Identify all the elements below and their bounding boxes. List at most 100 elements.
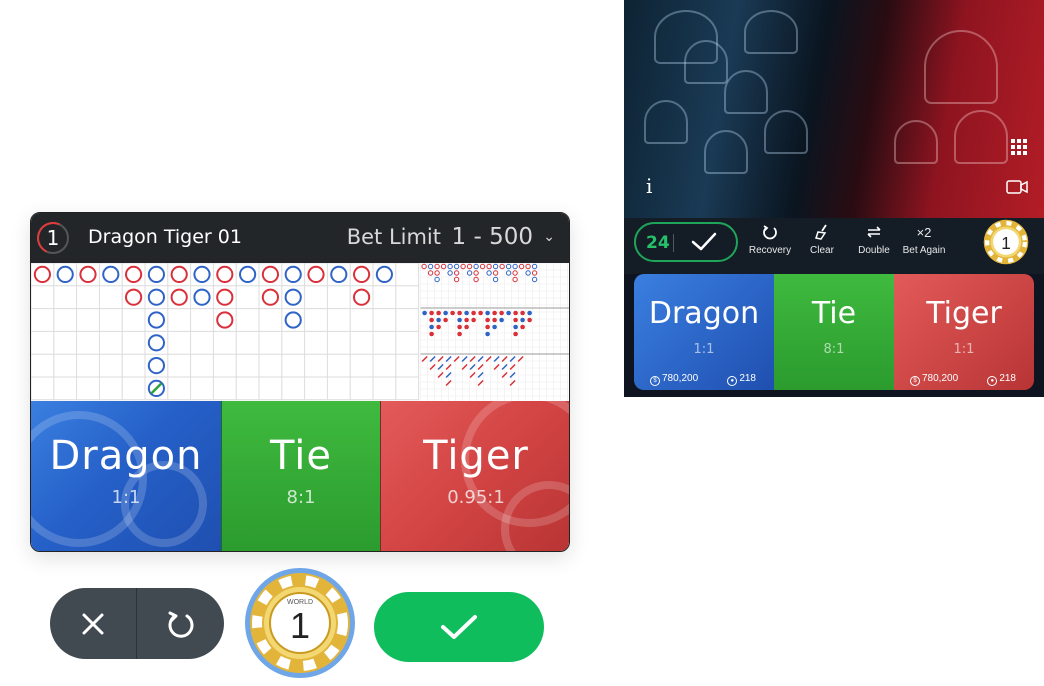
derived-road-mark — [464, 317, 469, 323]
derived-road-mark — [436, 317, 441, 323]
zone-odds: 0.95:1 — [447, 487, 505, 508]
derived-road-mark — [505, 263, 512, 270]
derived-road-mark — [513, 331, 518, 337]
derived-road-mark — [464, 310, 469, 316]
derived-road-mark — [429, 331, 434, 337]
tie-mark — [150, 382, 163, 395]
derived-road-mark — [527, 317, 532, 323]
double-button[interactable]: Double — [848, 222, 900, 256]
bet-zone-dragon[interactable]: Dragon 1:1 $780,200 ● 218 — [634, 274, 774, 390]
bet-limit-label: Bet Limit — [346, 225, 441, 249]
derived-road-mark — [525, 270, 531, 276]
camera-icon[interactable] — [1006, 180, 1028, 194]
grid-icon[interactable] — [1008, 136, 1030, 158]
recovery-icon — [763, 225, 777, 240]
zone-name: Tie — [270, 433, 332, 479]
derived-road-mark — [429, 317, 434, 323]
derived-road-mark — [509, 379, 516, 387]
derived-road-mark — [512, 276, 518, 283]
derived-road-mark — [479, 263, 486, 270]
user-icon: ● — [727, 376, 738, 386]
timer-confirm-pill[interactable]: 24 — [634, 222, 738, 262]
derived-road-mark — [427, 263, 434, 270]
recovery-button[interactable]: Recovery — [744, 222, 796, 256]
bet-zone-tie[interactable]: Tie 8:1 — [774, 274, 894, 390]
bet-again-button[interactable]: ×2 Bet Again — [898, 222, 950, 257]
derived-road-mark — [436, 324, 441, 330]
info-icon[interactable]: i — [646, 174, 652, 198]
road-bead-tiger — [375, 265, 393, 283]
derived-road-mark — [518, 263, 525, 270]
road-bead-dragon — [216, 265, 234, 283]
user-icon: ● — [987, 376, 998, 386]
table-header: 1 Dragon Tiger 01 Bet Limit 1 - 500 ⌄ — [31, 213, 569, 263]
derived-road-mark — [457, 324, 462, 330]
derived-road-mark — [499, 317, 504, 323]
derived-road-mark — [493, 363, 500, 371]
derived-road-mark — [485, 317, 490, 323]
road-bead-tiger — [330, 265, 348, 283]
road-bead-dragon — [125, 288, 143, 306]
road-bead-tiger — [193, 288, 211, 306]
derived-road-mark — [427, 270, 434, 276]
action-bar: 24 Recovery Clear Double ×2 Bet Again 1 — [624, 218, 1044, 274]
zone-name: Tiger — [423, 433, 529, 479]
derived-road-mark — [531, 263, 538, 270]
derived-road-mark — [525, 263, 531, 270]
derived-road-mark — [473, 263, 479, 270]
road-bead-tiger — [147, 288, 166, 306]
double-icon — [867, 226, 881, 238]
derived-road-mark — [477, 379, 484, 387]
bet-zones: Dragon 1:1 Tie 8:1 Tiger 0.95:1 — [31, 401, 569, 551]
derived-road-mark — [473, 276, 479, 283]
road-bead-tiger — [147, 311, 166, 329]
broom-icon — [815, 224, 827, 240]
derived-road-mark — [485, 324, 490, 330]
cancel-button[interactable] — [50, 588, 136, 659]
bet-amount: $780,200 — [650, 373, 698, 386]
chip-selector[interactable]: 1 WORLD — [244, 567, 356, 679]
bet-zone-tiger[interactable]: Tiger 1:1 $780,200 ● 218 — [894, 274, 1034, 390]
chevron-down-icon[interactable]: ⌄ — [543, 229, 555, 245]
undo-button[interactable] — [137, 588, 224, 659]
road-bead-dragon — [353, 288, 371, 306]
derived-road-mark — [434, 276, 440, 283]
player-count: ● 218 — [987, 373, 1016, 386]
chip-icon: 1 — [983, 219, 1029, 265]
road-bead-tiger — [284, 311, 302, 329]
derived-road-mark — [460, 263, 466, 270]
derived-road-mark — [453, 263, 460, 270]
chip-icon: 1 WORLD — [245, 568, 355, 678]
table-name: Dragon Tiger 01 — [88, 226, 242, 248]
bet-zone-tiger[interactable]: Tiger 0.95:1 — [381, 401, 569, 551]
road-bead-tiger — [56, 265, 74, 283]
road-bead-tiger — [147, 357, 166, 375]
derived-road-mark — [531, 276, 538, 283]
right-bet-zones: Dragon 1:1 $780,200 ● 218 Tie 8:1 Tiger 1… — [634, 274, 1034, 390]
bet-limit-selector[interactable]: 1 - 500 — [452, 224, 533, 250]
derived-road-mark — [422, 310, 427, 316]
derived-road-mark — [492, 270, 499, 276]
undo-group — [50, 588, 224, 659]
check-icon — [441, 615, 477, 639]
chip-selector[interactable]: 1 — [982, 218, 1030, 266]
clear-button[interactable]: Clear — [796, 222, 848, 256]
undo-icon — [168, 611, 193, 638]
coin-icon: $ — [650, 376, 660, 386]
chip-value: 1 — [1001, 233, 1011, 253]
derived-road-mark — [434, 270, 440, 276]
derived-road-mark — [520, 317, 525, 323]
derived-road-mark — [457, 331, 462, 337]
action-label: Bet Again — [902, 245, 946, 256]
confirm-button[interactable] — [374, 592, 544, 662]
player-count: ● 218 — [727, 373, 756, 386]
derived-road-mark — [478, 310, 483, 316]
zone-odds: 1:1 — [111, 487, 141, 508]
derived-road-mark — [492, 263, 499, 270]
chip-text: WORLD — [287, 599, 313, 606]
bet-zone-tie[interactable]: Tie 8:1 — [221, 401, 381, 551]
bet-zone-dragon[interactable]: Dragon 1:1 — [31, 401, 221, 551]
action-label: Double — [858, 245, 890, 256]
derived-road-mark — [527, 310, 532, 316]
derived-road-mark — [453, 270, 460, 276]
